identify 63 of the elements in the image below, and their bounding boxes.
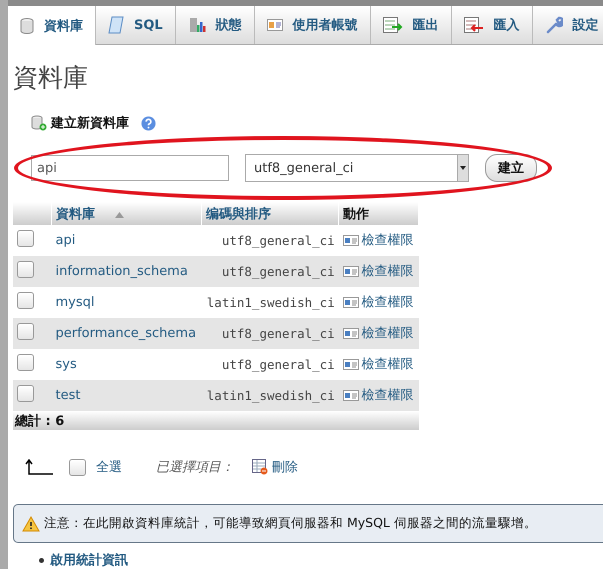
check-privileges-link[interactable]: 檢查權限 [362,355,414,374]
enable-statistics-link[interactable]: 啟用統計資訊 [50,553,128,568]
row-checkbox[interactable] [17,292,34,309]
corner-arrow-icon [25,459,53,475]
column-header[interactable]: 编碼與排序 [201,202,339,225]
delete-button[interactable]: 刪除 [272,458,298,476]
database-link[interactable]: mysql [56,295,94,310]
collation-cell: utf8_general_ci [222,357,335,372]
select-all-checkbox[interactable] [69,458,86,476]
caret-icon [460,166,466,170]
row-checkbox[interactable] [17,261,34,278]
check-privileges-link[interactable]: 檢查權限 [362,231,414,250]
id-card-icon [342,266,359,277]
database-add-icon [31,115,47,131]
collation-cell: utf8_general_ci [222,264,335,279]
database-link[interactable]: test [56,388,80,403]
nav-tab[interactable]: 匯入 [452,6,533,44]
nav-tab[interactable]: 狀態 [176,6,255,44]
database-name-field[interactable]: api [31,155,229,181]
nav-tab[interactable]: 匯出 [370,6,452,44]
collation-cell: utf8_general_ci [222,326,335,341]
nav-tab[interactable]: 使用者帳號 [254,6,371,44]
create-database-heading: 建立新資料庫 [51,114,129,132]
bar-chart-icon [188,16,206,34]
create-button[interactable]: 建立 [485,154,537,182]
row-checkbox[interactable] [17,230,34,247]
id-card-icon [342,296,359,308]
notice-text: 注意：在此開啟資料庫統計，可能導致網頁伺服器和 MySQL 伺服器之間的流量驟增。 [44,515,537,532]
id-card-icon [342,390,359,401]
wrench-icon [544,16,563,34]
bullet-icon [39,558,44,563]
column-header[interactable]: 動作 [338,202,418,225]
row-checkbox[interactable] [17,354,34,371]
row-checkbox[interactable] [17,385,34,402]
scroll-icon [108,16,124,34]
id-card-icon [342,234,359,246]
check-privileges-link[interactable]: 檢查權限 [362,293,414,312]
collation-cell: utf8_general_ci [222,233,335,248]
help-icon[interactable] [141,116,156,130]
nav-tab[interactable]: 資料庫 [8,6,96,45]
total-count: 6 [55,414,64,428]
table-delete-icon [252,459,268,475]
total-label: 總計 : [15,414,51,428]
collation-cell: latin1_swedish_ci [206,388,335,403]
database-link[interactable]: api [56,233,76,248]
sort-ascending-icon [115,212,124,218]
export-icon [382,17,403,33]
warning-icon [22,516,40,532]
import-icon [464,17,484,33]
collation-cell: latin1_swedish_ci [206,295,335,310]
column-header[interactable]: 資料庫 [52,202,202,225]
database-link[interactable]: sys [56,357,77,372]
row-checkbox[interactable] [17,323,34,340]
select-all-link[interactable]: 全選 [96,458,122,476]
nav-tab[interactable]: 設定 [532,6,603,44]
nav-tab[interactable]: SQL [96,6,176,44]
id-card-icon [342,328,359,339]
id-card-icon [342,358,359,370]
database-icon [20,18,34,34]
collation-dropdown[interactable]: utf8_general_ci [245,154,469,182]
page-title: 資料庫 [13,62,89,94]
id-card-icon [266,19,283,31]
with-selected-label: 已選擇項目： [156,459,234,476]
